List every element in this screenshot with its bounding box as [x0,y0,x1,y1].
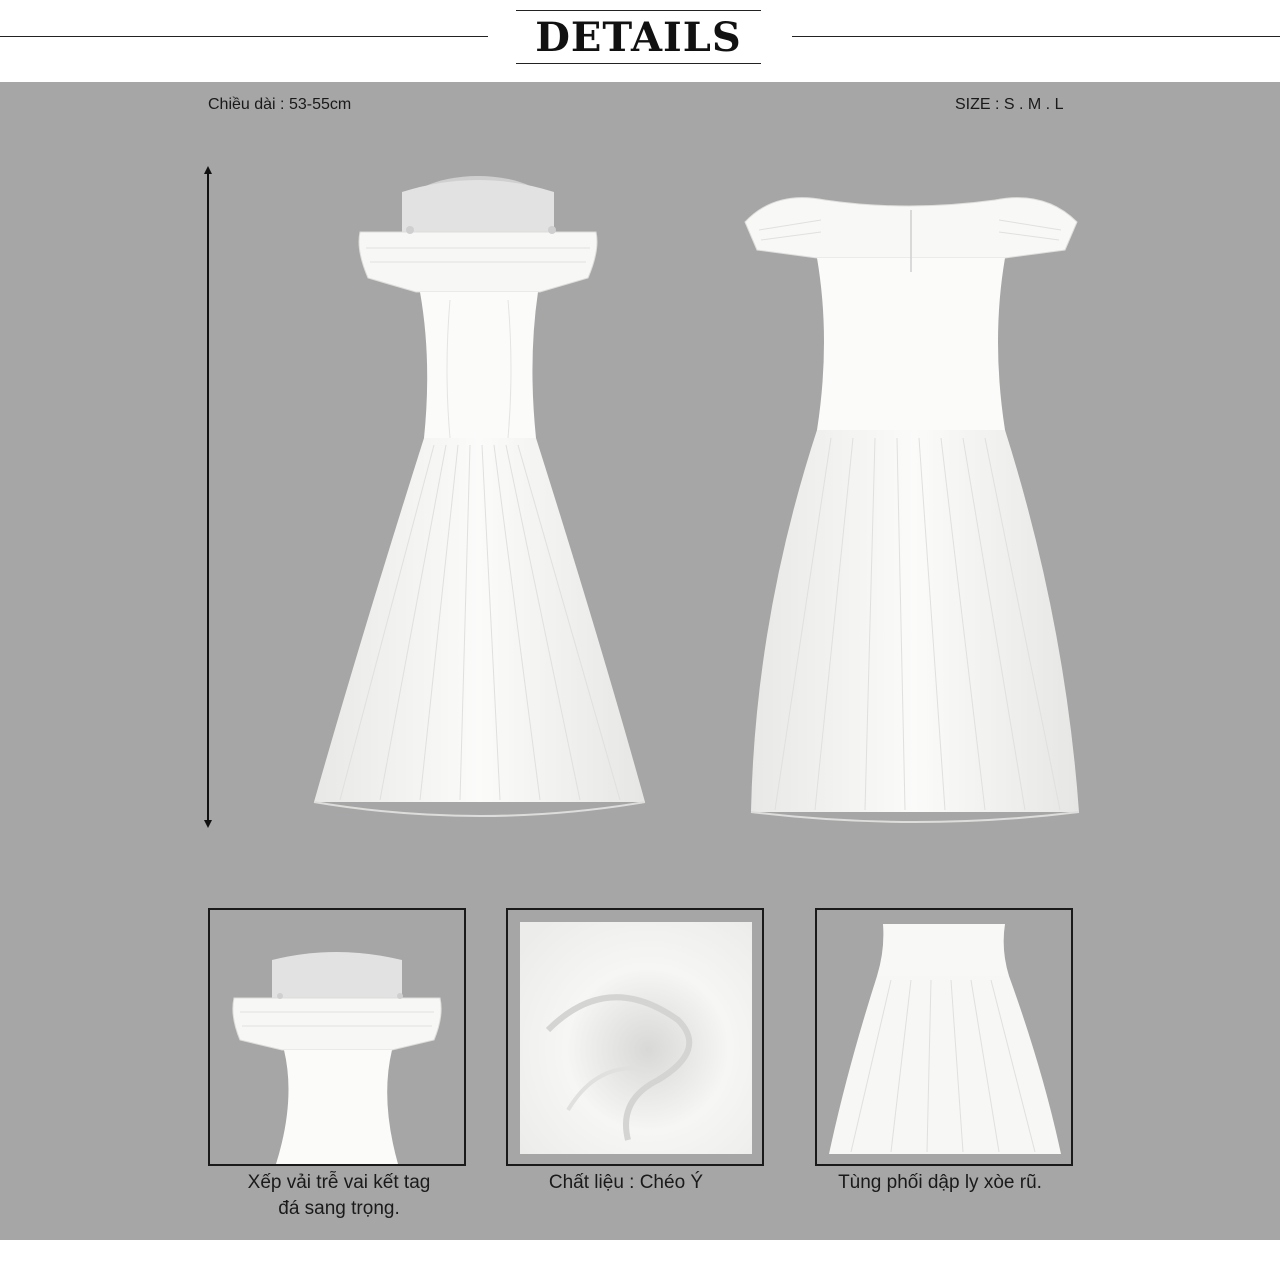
page-title: DETAILS [535,13,742,61]
dress-back-image [744,197,1080,823]
detail-thumb-fabric [506,908,764,1166]
header: DETAILS [0,0,1280,82]
detail-thumb-shoulder [208,908,466,1166]
caption-line: Tùng phối dập ly xòe rũ. [838,1172,1042,1193]
title-box: DETAILS [516,10,761,64]
divider-line-right [792,36,1280,37]
caption-line: đá sang trọng. [278,1198,400,1219]
caption-line: Chất liệu : Chéo Ý [548,1172,704,1193]
length-label: Chiều dài : 53-55cm [208,96,352,113]
skirt-detail-image [829,924,1061,1154]
length-measure-arrow [204,166,212,828]
caption-line: Xếp vải trễ vai kết tag [247,1172,431,1193]
detail-thumb-skirt [815,908,1073,1166]
caption-fabric-detail: Chất liệu : Chéo Ý [506,1170,746,1196]
size-label: SIZE : S . M . L [955,96,1064,113]
shoulder-detail-image [232,952,442,1164]
fabric-detail-image [520,922,752,1154]
caption-skirt-detail: Tùng phối dập ly xòe rũ. [815,1170,1065,1196]
caption-shoulder-detail: Xếp vải trễ vai kết tag đá sang trọng. [208,1170,470,1222]
divider-line-left [0,36,488,37]
dress-front-image [313,176,646,817]
